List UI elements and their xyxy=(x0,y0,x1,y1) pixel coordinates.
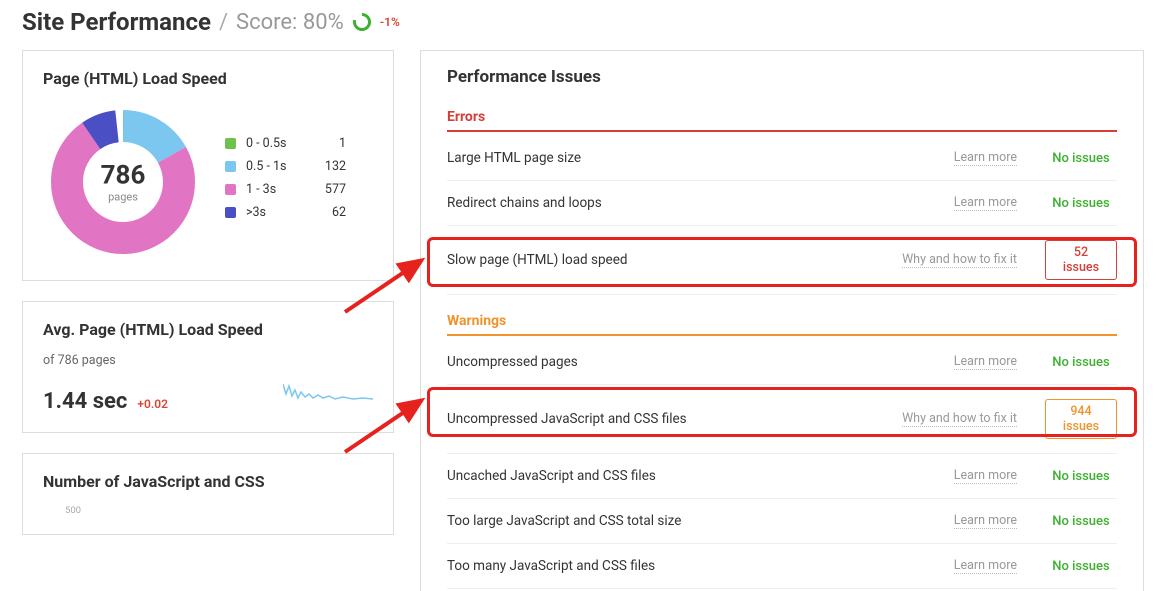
load-speed-legend: 0 - 0.5s 1 0.5 - 1s 132 1 - 3s 577 >3s 62 xyxy=(225,136,346,228)
legend-value: 62 xyxy=(311,205,346,220)
learn-more-link[interactable]: Learn more xyxy=(954,513,1017,529)
donut-center-label: pages xyxy=(101,191,146,204)
score-ring-icon xyxy=(352,12,372,32)
avg-load-value: 1.44 sec xyxy=(43,389,127,414)
no-issues-label: No issues xyxy=(1045,559,1117,574)
learn-more-link[interactable]: Learn more xyxy=(954,150,1017,166)
issue-row[interactable]: Uncompressed pages Learn more No issues xyxy=(447,340,1117,385)
issue-name: Too many JavaScript and CSS files xyxy=(447,558,655,574)
issue-name: Too large JavaScript and CSS total size xyxy=(447,513,681,529)
legend-label: 0.5 - 1s xyxy=(246,159,301,174)
avg-load-subtitle: of 786 pages xyxy=(43,353,373,368)
issue-count-badge[interactable]: 944 issues xyxy=(1045,399,1117,439)
issue-row[interactable]: Slow page (HTML) load speed Why and how … xyxy=(447,226,1117,295)
js-css-title: Number of JavaScript and CSS xyxy=(43,472,373,491)
page-header: Site Performance / Score: 80% -1% xyxy=(22,8,1144,36)
legend-swatch xyxy=(225,207,236,218)
issue-row[interactable]: Too many JavaScript and CSS files Learn … xyxy=(447,544,1117,589)
legend-label: >3s xyxy=(246,205,301,220)
issue-name: Uncached JavaScript and CSS files xyxy=(447,468,656,484)
learn-more-link[interactable]: Learn more xyxy=(954,468,1017,484)
no-issues-label: No issues xyxy=(1045,151,1117,166)
avg-load-delta: +0.02 xyxy=(137,397,168,411)
issue-row[interactable]: Uncached JavaScript and CSS files Learn … xyxy=(447,454,1117,499)
legend-value: 1 xyxy=(311,136,346,151)
legend-value: 132 xyxy=(311,159,346,174)
errors-section-heading: Errors xyxy=(447,109,1117,132)
avg-load-speed-card: Avg. Page (HTML) Load Speed of 786 pages… xyxy=(22,301,394,433)
issue-name: Redirect chains and loops xyxy=(447,195,602,211)
no-issues-label: No issues xyxy=(1045,514,1117,529)
why-fix-link[interactable]: Why and how to fix it xyxy=(902,252,1017,268)
learn-more-link[interactable]: Learn more xyxy=(954,354,1017,370)
page-title: Site Performance xyxy=(22,8,211,36)
issue-name: Slow page (HTML) load speed xyxy=(447,252,628,268)
legend-swatch xyxy=(225,184,236,195)
load-speed-donut-chart[interactable]: 786 pages xyxy=(43,102,203,262)
issue-row[interactable]: Large HTML page size Learn more No issue… xyxy=(447,136,1117,181)
axis-tick: 500 xyxy=(65,505,373,516)
no-issues-label: No issues xyxy=(1045,355,1117,370)
legend-label: 1 - 3s xyxy=(246,182,301,197)
load-speed-title: Page (HTML) Load Speed xyxy=(43,69,373,88)
legend-swatch xyxy=(225,138,236,149)
learn-more-link[interactable]: Learn more xyxy=(954,558,1017,574)
issue-row[interactable]: Uncompressed JavaScript and CSS files Wh… xyxy=(447,385,1117,454)
issue-name: Large HTML page size xyxy=(447,150,581,166)
legend-label: 0 - 0.5s xyxy=(246,136,301,151)
avg-load-title: Avg. Page (HTML) Load Speed xyxy=(43,320,373,339)
avg-load-sparkline xyxy=(283,376,373,408)
issue-row[interactable]: Too large JavaScript and CSS total size … xyxy=(447,499,1117,544)
issue-name: Uncompressed pages xyxy=(447,354,578,370)
issue-row[interactable]: Redirect chains and loops Learn more No … xyxy=(447,181,1117,226)
issues-panel-title: Performance Issues xyxy=(447,67,1117,87)
warnings-section-heading: Warnings xyxy=(447,313,1117,336)
issue-count-badge[interactable]: 52 issues xyxy=(1045,240,1117,280)
legend-value: 577 xyxy=(311,182,346,197)
load-speed-card: Page (HTML) Load Speed 786 pages xyxy=(22,50,394,281)
no-issues-label: No issues xyxy=(1045,196,1117,211)
issue-name: Uncompressed JavaScript and CSS files xyxy=(447,411,687,427)
donut-center-value: 786 xyxy=(101,161,146,191)
no-issues-label: No issues xyxy=(1045,469,1117,484)
legend-swatch xyxy=(225,161,236,172)
score-label: Score: 80% xyxy=(236,10,344,35)
why-fix-link[interactable]: Why and how to fix it xyxy=(902,411,1017,427)
title-separator: / xyxy=(219,10,228,35)
js-css-count-card: Number of JavaScript and CSS 500 xyxy=(22,453,394,535)
score-delta: -1% xyxy=(380,15,400,29)
performance-issues-panel: Performance Issues Errors Large HTML pag… xyxy=(420,50,1144,591)
learn-more-link[interactable]: Learn more xyxy=(954,195,1017,211)
